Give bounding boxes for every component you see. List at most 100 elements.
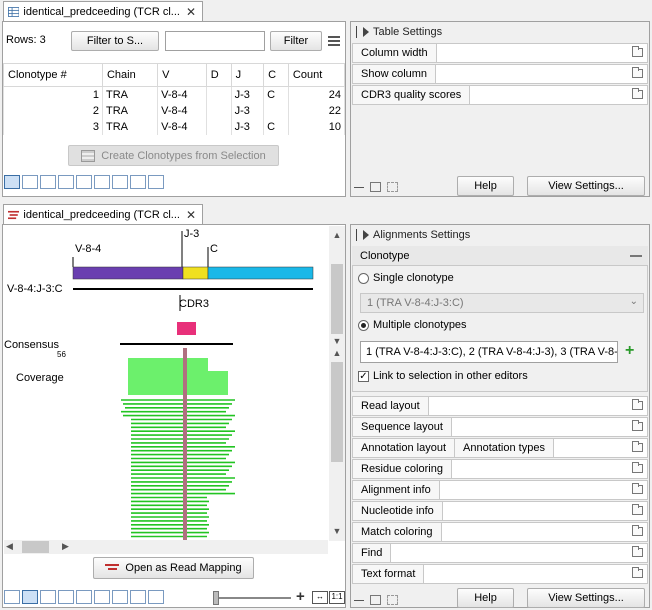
fit-width-icon[interactable]: ↔ xyxy=(312,591,328,604)
j-segment[interactable] xyxy=(182,266,209,280)
alignment-settings-header[interactable]: Alignments Settings xyxy=(356,229,470,241)
scroll-up-icon-2[interactable]: ▲ xyxy=(329,346,345,360)
section-read-layout[interactable]: Read layout xyxy=(352,396,648,416)
column-header[interactable]: Count xyxy=(287,63,346,87)
alignment-view-icon[interactable] xyxy=(22,590,38,604)
history-icon[interactable] xyxy=(130,590,146,604)
multiple-clonotypes-field[interactable]: 1 (TRA V-8-4:J-3:C), 2 (TRA V-8-4:J-3), … xyxy=(360,341,618,363)
statistics-icon[interactable] xyxy=(112,175,128,189)
table-row[interactable]: 3 TRA V-8-4 J-3 C 10 xyxy=(3,119,346,135)
section-column-width[interactable]: Column width xyxy=(352,43,648,63)
alignment-canvas[interactable]: V-8-4 J-3 C V-8-4:J-3:C CDR3 Consensus 5… xyxy=(3,225,329,540)
graph-icon[interactable] xyxy=(58,175,74,189)
alignment-view-icon[interactable] xyxy=(22,175,38,189)
zoom-in-icon[interactable]: + xyxy=(296,588,305,605)
folder-icon[interactable] xyxy=(632,399,643,410)
section-text-format[interactable]: Text format xyxy=(352,564,648,584)
folder-icon[interactable] xyxy=(370,182,381,192)
scroll-down-icon-2[interactable]: ▼ xyxy=(329,524,345,538)
histogram-icon[interactable] xyxy=(76,590,92,604)
single-clonotype-option[interactable]: Single clonotype xyxy=(358,272,454,284)
table-view-icon[interactable] xyxy=(4,175,20,189)
section-residue-coloring[interactable]: Residue coloring xyxy=(352,459,648,479)
column-header[interactable]: C xyxy=(263,63,289,87)
annotation-types-tab[interactable]: Annotation types xyxy=(455,439,554,457)
folder-icon[interactable] xyxy=(632,46,643,57)
v-segment[interactable] xyxy=(72,266,184,280)
minimize-icon[interactable] xyxy=(354,600,364,601)
folder-icon[interactable] xyxy=(632,67,643,78)
scroll-right-icon[interactable]: ▶ xyxy=(62,541,69,552)
scroll-left-icon[interactable]: ◀ xyxy=(6,541,13,552)
multiple-clonotypes-radio[interactable] xyxy=(358,319,369,331)
undock-icon[interactable] xyxy=(387,182,398,192)
section-sequence-layout[interactable]: Sequence layout xyxy=(352,417,648,437)
vertical-scrollbar[interactable]: ▲ ▼ ▲ ▼ xyxy=(329,226,345,541)
tab-table-view[interactable]: identical_predceeding (TCR cl... ✕ xyxy=(3,1,203,21)
help-button-bottom[interactable]: Help xyxy=(457,588,514,608)
folder-icon[interactable] xyxy=(370,595,381,605)
table-row[interactable]: 2 TRA V-8-4 J-3 22 xyxy=(3,103,346,119)
section-nucleotide-info[interactable]: Nucleotide info xyxy=(352,501,648,521)
folder-icon[interactable] xyxy=(632,88,643,99)
view-settings-button-bottom[interactable]: View Settings... xyxy=(527,588,645,608)
cdr3-region[interactable] xyxy=(177,322,196,335)
zoom-one-to-one-icon[interactable]: 1:1 xyxy=(329,591,345,604)
bar-chart-icon[interactable] xyxy=(94,590,110,604)
histogram-icon[interactable] xyxy=(76,175,92,189)
clonotype-section-header[interactable]: Clonotype xyxy=(352,246,648,266)
menu-icon[interactable] xyxy=(328,34,340,46)
link-to-selection-option[interactable]: ✓ Link to selection in other editors xyxy=(358,370,528,382)
filter-button[interactable]: Filter xyxy=(270,31,322,51)
scroll-thumb-h[interactable] xyxy=(22,541,49,553)
undock-icon[interactable] xyxy=(387,595,398,605)
link-to-selection-checkbox[interactable]: ✓ xyxy=(358,370,369,382)
notes-icon[interactable] xyxy=(148,175,164,189)
notes-icon[interactable] xyxy=(148,590,164,604)
annotation-icon[interactable] xyxy=(40,175,56,189)
folder-icon[interactable] xyxy=(632,441,643,452)
c-segment[interactable] xyxy=(207,266,314,280)
section-show-column[interactable]: Show column xyxy=(352,64,648,84)
section-cdr3-quality[interactable]: CDR3 quality scores xyxy=(352,85,648,105)
filter-input[interactable] xyxy=(165,31,265,51)
folder-icon[interactable] xyxy=(632,567,643,578)
bar-chart-icon[interactable] xyxy=(94,175,110,189)
annotation-icon[interactable] xyxy=(40,590,56,604)
graph-icon[interactable] xyxy=(58,590,74,604)
folder-icon[interactable] xyxy=(632,546,643,557)
horizontal-scrollbar[interactable]: ◀ ▶ xyxy=(4,540,328,554)
scroll-up-icon[interactable]: ▲ xyxy=(329,228,345,242)
zoom-slider-thumb[interactable] xyxy=(213,591,219,605)
statistics-icon[interactable] xyxy=(112,590,128,604)
column-header[interactable]: V xyxy=(157,63,207,87)
folder-icon[interactable] xyxy=(632,525,643,536)
folder-icon[interactable] xyxy=(632,504,643,515)
column-header[interactable]: D xyxy=(205,63,232,87)
table-view-icon[interactable] xyxy=(4,590,20,604)
folder-icon[interactable] xyxy=(632,483,643,494)
single-clonotype-radio[interactable] xyxy=(358,272,369,284)
column-header[interactable]: Chain xyxy=(101,63,159,87)
folder-icon[interactable] xyxy=(632,420,643,431)
view-settings-button-top[interactable]: View Settings... xyxy=(527,176,645,196)
section-match-coloring[interactable]: Match coloring xyxy=(352,522,648,542)
plus-icon[interactable]: + xyxy=(625,342,634,360)
close-icon[interactable]: ✕ xyxy=(186,208,196,222)
tab-alignment-view[interactable]: identical_predceeding (TCR cl... ✕ xyxy=(3,204,203,224)
scroll-thumb[interactable] xyxy=(331,264,343,334)
folder-icon[interactable] xyxy=(632,462,643,473)
close-icon[interactable]: ✕ xyxy=(186,5,196,19)
collapse-icon[interactable] xyxy=(630,255,642,257)
filter-to-selection-button[interactable]: Filter to S... xyxy=(71,31,159,51)
section-find[interactable]: Find xyxy=(352,543,648,563)
help-button-top[interactable]: Help xyxy=(457,176,514,196)
scroll-thumb-2[interactable] xyxy=(331,362,343,462)
minimize-icon[interactable] xyxy=(354,187,364,188)
table-settings-header[interactable]: Table Settings xyxy=(356,26,442,38)
section-alignment-info[interactable]: Alignment info xyxy=(352,480,648,500)
table-row[interactable]: 1 TRA V-8-4 J-3 C 24 xyxy=(3,86,346,103)
history-icon[interactable] xyxy=(130,175,146,189)
column-header[interactable]: Clonotype # xyxy=(3,63,103,87)
section-annotation-layout[interactable]: Annotation layout Annotation types xyxy=(352,438,648,458)
